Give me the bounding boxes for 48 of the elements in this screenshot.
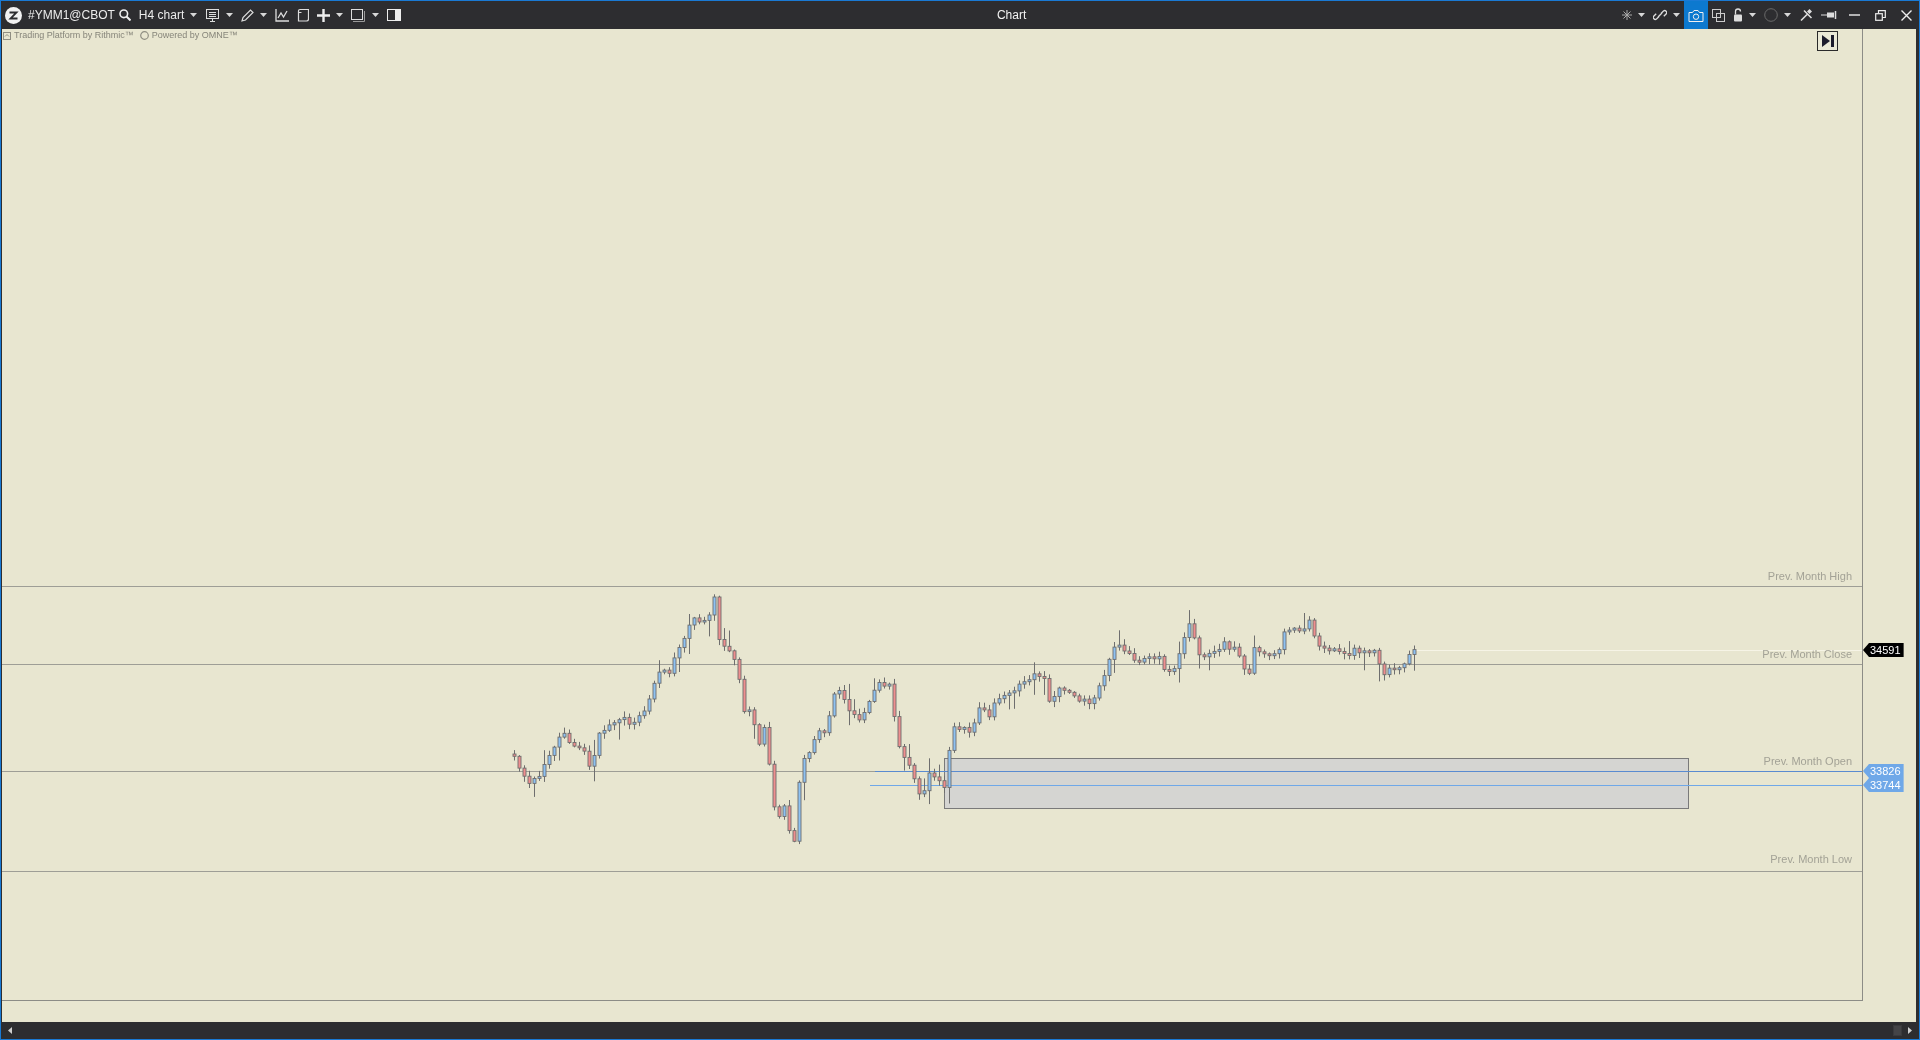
padlock-icon bbox=[1733, 8, 1743, 22]
timeframe-dropdown[interactable]: H4 chart bbox=[134, 1, 202, 29]
search-icon bbox=[118, 9, 131, 21]
link-icon bbox=[1653, 8, 1667, 22]
tools-icon bbox=[1799, 8, 1813, 22]
circle-icon bbox=[1764, 8, 1778, 22]
branding-text: Powered by OMNE™ bbox=[151, 30, 238, 41]
price-tag: 34591 bbox=[1863, 643, 1904, 657]
level-label: Prev. Month Open bbox=[1763, 754, 1852, 768]
monitor-icon bbox=[205, 8, 221, 22]
scroll-to-end-button[interactable] bbox=[1817, 31, 1838, 51]
level-label: Prev. Month Low bbox=[1770, 852, 1852, 866]
branding-text: Trading Platform by Rithmic™ bbox=[14, 30, 134, 41]
square-icon bbox=[3, 31, 11, 40]
caret-icon bbox=[1638, 13, 1645, 17]
triangle-right-icon bbox=[1908, 1027, 1912, 1034]
minimize-icon bbox=[1848, 14, 1860, 16]
caret-icon bbox=[372, 13, 380, 17]
camera-icon bbox=[1688, 8, 1704, 22]
price-tag: 33744 bbox=[1863, 778, 1904, 792]
caret-icon bbox=[260, 13, 268, 17]
symbol-button[interactable]: #YMM1@CBOT bbox=[24, 1, 119, 29]
window-icon bbox=[351, 8, 367, 22]
pin-icon bbox=[1821, 11, 1837, 19]
caret-icon bbox=[190, 13, 198, 17]
level-label: Prev. Month High bbox=[1767, 568, 1852, 583]
asterisk-icon bbox=[1622, 10, 1632, 20]
document-icon bbox=[297, 8, 310, 22]
overlapping-squares-icon bbox=[1712, 8, 1725, 22]
caret-icon bbox=[226, 13, 234, 17]
restore-icon bbox=[1874, 9, 1886, 21]
skip-end-icon bbox=[1821, 35, 1834, 47]
level-label: Prev. Month Close bbox=[1762, 647, 1852, 661]
line-chart-icon bbox=[275, 8, 290, 22]
caret-icon bbox=[1749, 13, 1756, 17]
caret-icon bbox=[1784, 13, 1791, 17]
window-title: Chart bbox=[996, 8, 1027, 22]
logo-icon bbox=[5, 6, 22, 24]
close-icon bbox=[1900, 9, 1912, 21]
price-tag: 33826 bbox=[1863, 764, 1904, 778]
plus-icon bbox=[317, 8, 331, 22]
pencil-icon bbox=[241, 8, 255, 22]
panel-icon bbox=[387, 9, 402, 21]
caret-icon bbox=[1673, 13, 1680, 17]
camera-button[interactable] bbox=[1684, 1, 1708, 29]
ring-icon bbox=[139, 31, 149, 40]
triangle-left-icon bbox=[8, 1027, 12, 1034]
caret-icon bbox=[336, 13, 344, 17]
